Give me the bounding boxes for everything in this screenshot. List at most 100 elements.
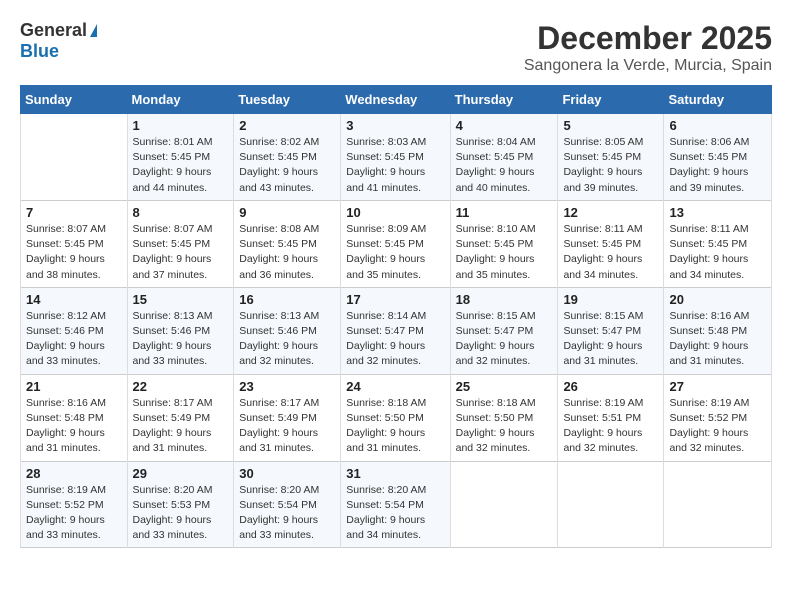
day-info: Sunrise: 8:11 AM Sunset: 5:45 PM Dayligh… bbox=[563, 222, 658, 283]
day-info: Sunrise: 8:20 AM Sunset: 5:54 PM Dayligh… bbox=[346, 483, 444, 544]
day-info: Sunrise: 8:14 AM Sunset: 5:47 PM Dayligh… bbox=[346, 309, 444, 370]
day-number: 19 bbox=[563, 292, 658, 307]
day-number: 29 bbox=[133, 466, 229, 481]
calendar-cell: 6 Sunrise: 8:06 AM Sunset: 5:45 PM Daylig… bbox=[664, 114, 772, 201]
day-info: Sunrise: 8:06 AM Sunset: 5:45 PM Dayligh… bbox=[669, 135, 766, 196]
week-row-3: 14 Sunrise: 8:12 AM Sunset: 5:46 PM Dayli… bbox=[21, 287, 772, 374]
day-number: 17 bbox=[346, 292, 444, 307]
day-info: Sunrise: 8:01 AM Sunset: 5:45 PM Dayligh… bbox=[133, 135, 229, 196]
day-number: 6 bbox=[669, 118, 766, 133]
day-info: Sunrise: 8:13 AM Sunset: 5:46 PM Dayligh… bbox=[133, 309, 229, 370]
weekday-header-monday: Monday bbox=[127, 86, 234, 114]
calendar-cell: 7 Sunrise: 8:07 AM Sunset: 5:45 PM Daylig… bbox=[21, 200, 128, 287]
day-number: 3 bbox=[346, 118, 444, 133]
calendar-cell: 20 Sunrise: 8:16 AM Sunset: 5:48 PM Dayli… bbox=[664, 287, 772, 374]
calendar-cell: 29Sunrise: 8:20 AM Sunset: 5:53 PM Dayli… bbox=[127, 461, 234, 548]
header: General Blue December 2025 Sangonera la … bbox=[20, 20, 772, 75]
week-row-4: 21 Sunrise: 8:16 AM Sunset: 5:48 PM Dayli… bbox=[21, 374, 772, 461]
calendar-cell bbox=[558, 461, 664, 548]
logo-blue-text: Blue bbox=[20, 41, 59, 62]
week-row-2: 7 Sunrise: 8:07 AM Sunset: 5:45 PM Daylig… bbox=[21, 200, 772, 287]
calendar-cell: 9 Sunrise: 8:08 AM Sunset: 5:45 PM Daylig… bbox=[234, 200, 341, 287]
day-info: Sunrise: 8:19 AM Sunset: 5:52 PM Dayligh… bbox=[26, 483, 122, 544]
day-info: Sunrise: 8:02 AM Sunset: 5:45 PM Dayligh… bbox=[239, 135, 335, 196]
day-info: Sunrise: 8:15 AM Sunset: 5:47 PM Dayligh… bbox=[563, 309, 658, 370]
day-info: Sunrise: 8:04 AM Sunset: 5:45 PM Dayligh… bbox=[456, 135, 553, 196]
calendar-cell: 22 Sunrise: 8:17 AM Sunset: 5:49 PM Dayli… bbox=[127, 374, 234, 461]
calendar-cell: 26 Sunrise: 8:19 AM Sunset: 5:51 PM Dayli… bbox=[558, 374, 664, 461]
calendar-cell: 16Sunrise: 8:13 AM Sunset: 5:46 PM Dayli… bbox=[234, 287, 341, 374]
calendar-table: SundayMondayTuesdayWednesdayThursdayFrid… bbox=[20, 85, 772, 548]
day-number: 11 bbox=[456, 205, 553, 220]
day-info: Sunrise: 8:16 AM Sunset: 5:48 PM Dayligh… bbox=[669, 309, 766, 370]
weekday-header-saturday: Saturday bbox=[664, 86, 772, 114]
calendar-cell: 4 Sunrise: 8:04 AM Sunset: 5:45 PM Daylig… bbox=[450, 114, 558, 201]
calendar-cell: 21 Sunrise: 8:16 AM Sunset: 5:48 PM Dayli… bbox=[21, 374, 128, 461]
day-number: 26 bbox=[563, 379, 658, 394]
day-number: 14 bbox=[26, 292, 122, 307]
calendar-cell: 24Sunrise: 8:18 AM Sunset: 5:50 PM Dayli… bbox=[341, 374, 450, 461]
logo: General Blue bbox=[20, 20, 97, 62]
day-number: 28 bbox=[26, 466, 122, 481]
calendar-cell bbox=[450, 461, 558, 548]
day-number: 8 bbox=[133, 205, 229, 220]
day-info: Sunrise: 8:20 AM Sunset: 5:54 PM Dayligh… bbox=[239, 483, 335, 544]
day-number: 1 bbox=[133, 118, 229, 133]
calendar-cell: 18Sunrise: 8:15 AM Sunset: 5:47 PM Dayli… bbox=[450, 287, 558, 374]
calendar-cell: 19 Sunrise: 8:15 AM Sunset: 5:47 PM Dayli… bbox=[558, 287, 664, 374]
month-title: December 2025 bbox=[524, 20, 772, 57]
logo-arrow-icon bbox=[90, 24, 97, 37]
calendar-cell: 30 Sunrise: 8:20 AM Sunset: 5:54 PM Dayli… bbox=[234, 461, 341, 548]
weekday-header-thursday: Thursday bbox=[450, 86, 558, 114]
day-number: 30 bbox=[239, 466, 335, 481]
day-info: Sunrise: 8:18 AM Sunset: 5:50 PM Dayligh… bbox=[456, 396, 553, 457]
day-info: Sunrise: 8:08 AM Sunset: 5:45 PM Dayligh… bbox=[239, 222, 335, 283]
week-row-1: 1 Sunrise: 8:01 AM Sunset: 5:45 PM Daylig… bbox=[21, 114, 772, 201]
calendar-cell: 14 Sunrise: 8:12 AM Sunset: 5:46 PM Dayli… bbox=[21, 287, 128, 374]
day-info: Sunrise: 8:16 AM Sunset: 5:48 PM Dayligh… bbox=[26, 396, 122, 457]
day-number: 9 bbox=[239, 205, 335, 220]
day-number: 18 bbox=[456, 292, 553, 307]
day-number: 22 bbox=[133, 379, 229, 394]
day-number: 21 bbox=[26, 379, 122, 394]
day-number: 25 bbox=[456, 379, 553, 394]
day-number: 2 bbox=[239, 118, 335, 133]
day-number: 10 bbox=[346, 205, 444, 220]
calendar-cell: 11 Sunrise: 8:10 AM Sunset: 5:45 PM Dayli… bbox=[450, 200, 558, 287]
weekday-header-sunday: Sunday bbox=[21, 86, 128, 114]
calendar-cell: 25 Sunrise: 8:18 AM Sunset: 5:50 PM Dayli… bbox=[450, 374, 558, 461]
calendar-cell bbox=[664, 461, 772, 548]
title-area: December 2025 Sangonera la Verde, Murcia… bbox=[524, 20, 772, 75]
calendar-cell: 27Sunrise: 8:19 AM Sunset: 5:52 PM Dayli… bbox=[664, 374, 772, 461]
day-number: 4 bbox=[456, 118, 553, 133]
day-info: Sunrise: 8:12 AM Sunset: 5:46 PM Dayligh… bbox=[26, 309, 122, 370]
day-info: Sunrise: 8:18 AM Sunset: 5:50 PM Dayligh… bbox=[346, 396, 444, 457]
location-title: Sangonera la Verde, Murcia, Spain bbox=[524, 57, 772, 75]
calendar-cell: 12Sunrise: 8:11 AM Sunset: 5:45 PM Dayli… bbox=[558, 200, 664, 287]
day-info: Sunrise: 8:17 AM Sunset: 5:49 PM Dayligh… bbox=[239, 396, 335, 457]
week-row-5: 28 Sunrise: 8:19 AM Sunset: 5:52 PM Dayli… bbox=[21, 461, 772, 548]
weekday-header-row: SundayMondayTuesdayWednesdayThursdayFrid… bbox=[21, 86, 772, 114]
calendar-cell: 31Sunrise: 8:20 AM Sunset: 5:54 PM Dayli… bbox=[341, 461, 450, 548]
day-number: 15 bbox=[133, 292, 229, 307]
calendar-cell: 10 Sunrise: 8:09 AM Sunset: 5:45 PM Dayli… bbox=[341, 200, 450, 287]
day-number: 7 bbox=[26, 205, 122, 220]
day-info: Sunrise: 8:19 AM Sunset: 5:52 PM Dayligh… bbox=[669, 396, 766, 457]
day-info: Sunrise: 8:09 AM Sunset: 5:45 PM Dayligh… bbox=[346, 222, 444, 283]
calendar-cell: 1 Sunrise: 8:01 AM Sunset: 5:45 PM Daylig… bbox=[127, 114, 234, 201]
day-info: Sunrise: 8:10 AM Sunset: 5:45 PM Dayligh… bbox=[456, 222, 553, 283]
day-number: 20 bbox=[669, 292, 766, 307]
day-info: Sunrise: 8:07 AM Sunset: 5:45 PM Dayligh… bbox=[26, 222, 122, 283]
weekday-header-tuesday: Tuesday bbox=[234, 86, 341, 114]
day-info: Sunrise: 8:19 AM Sunset: 5:51 PM Dayligh… bbox=[563, 396, 658, 457]
calendar-cell: 3 Sunrise: 8:03 AM Sunset: 5:45 PM Daylig… bbox=[341, 114, 450, 201]
day-number: 13 bbox=[669, 205, 766, 220]
day-number: 23 bbox=[239, 379, 335, 394]
day-number: 16 bbox=[239, 292, 335, 307]
day-info: Sunrise: 8:05 AM Sunset: 5:45 PM Dayligh… bbox=[563, 135, 658, 196]
calendar-cell: 28 Sunrise: 8:19 AM Sunset: 5:52 PM Dayli… bbox=[21, 461, 128, 548]
day-info: Sunrise: 8:17 AM Sunset: 5:49 PM Dayligh… bbox=[133, 396, 229, 457]
day-info: Sunrise: 8:03 AM Sunset: 5:45 PM Dayligh… bbox=[346, 135, 444, 196]
logo-general-text: General bbox=[20, 20, 87, 41]
weekday-header-friday: Friday bbox=[558, 86, 664, 114]
